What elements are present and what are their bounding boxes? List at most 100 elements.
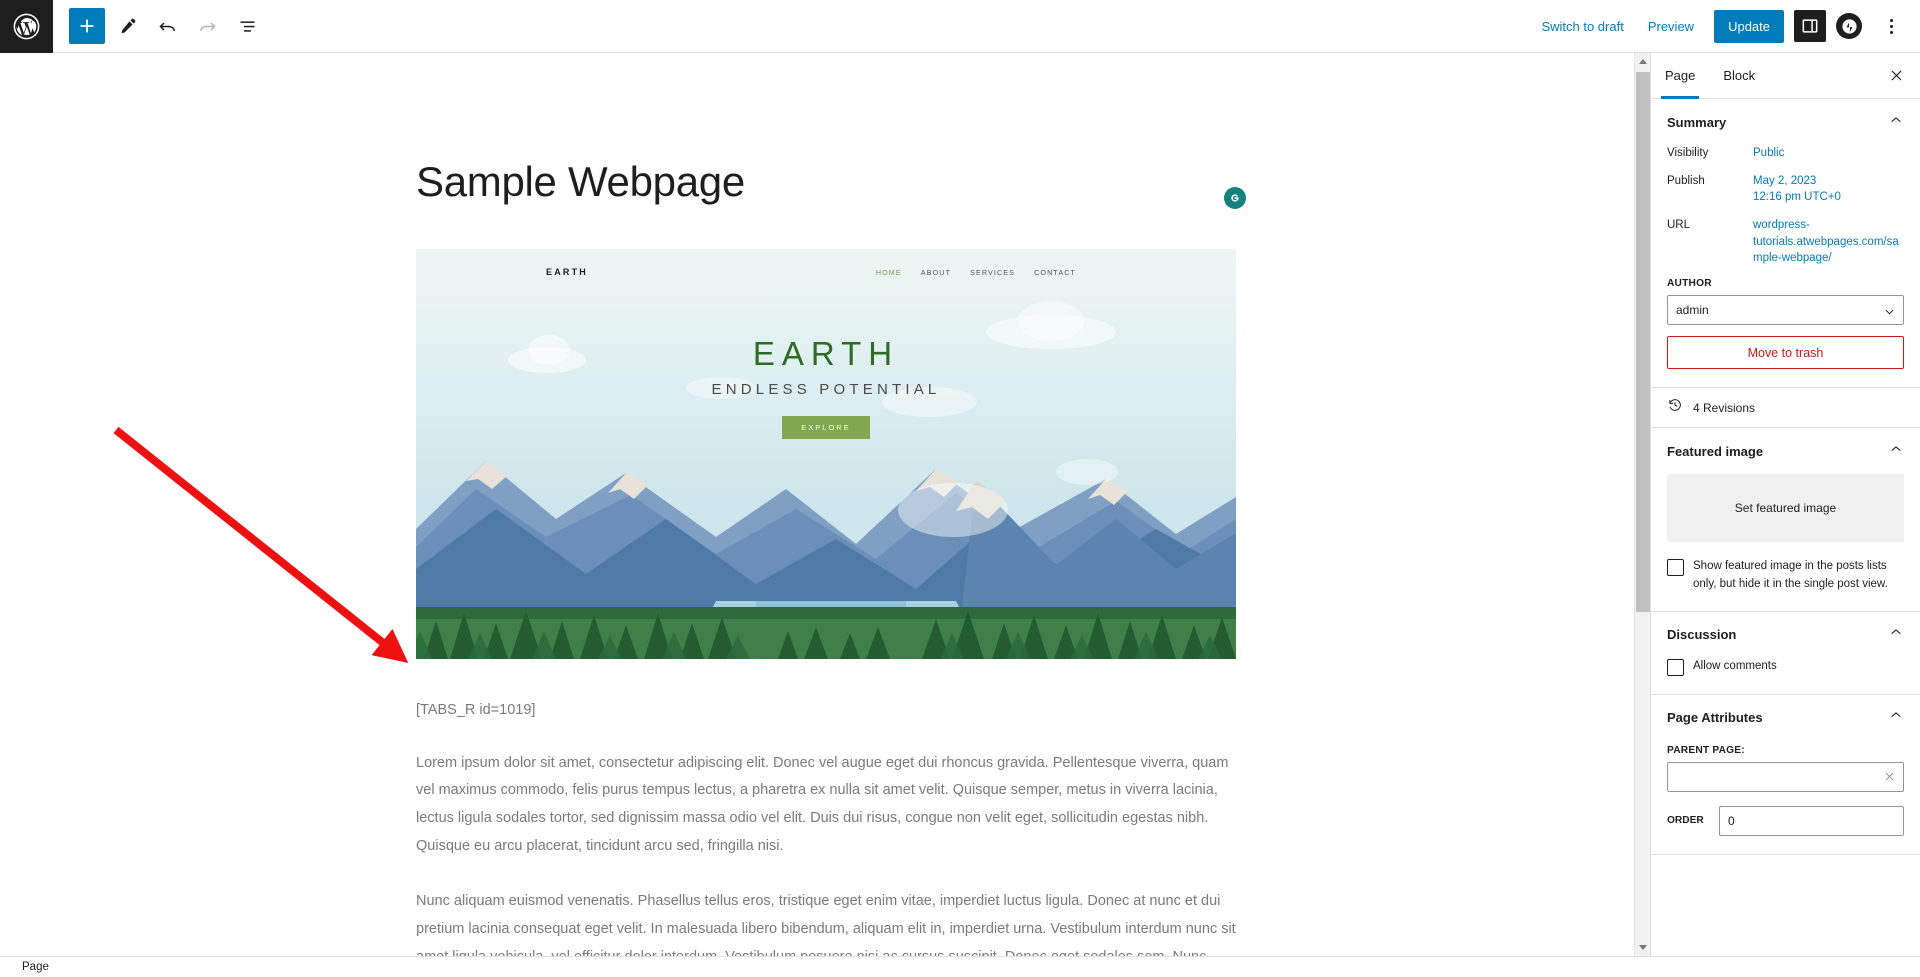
hero-text-group: EARTH ENDLESS POTENTIAL EXPLORE — [416, 335, 1236, 440]
featured-image-body: Set featured image Show featured image i… — [1651, 474, 1920, 611]
wordpress-logo-icon[interactable] — [0, 0, 53, 53]
page-attributes-title: Page Attributes — [1667, 710, 1763, 726]
allow-comments-checkbox[interactable] — [1667, 658, 1684, 676]
hero-subheading: ENDLESS POTENTIAL — [711, 381, 941, 399]
clear-x-icon[interactable] — [1880, 768, 1898, 786]
publish-row: Publish May 2, 2023 12:16 pm UTC+0 — [1667, 173, 1904, 206]
url-value[interactable]: wordpress-tutorials.atwebpages.com/sampl… — [1753, 217, 1904, 267]
editor-status-bar: Page — [0, 956, 1920, 977]
revisions-row[interactable]: 4 Revisions — [1651, 388, 1920, 429]
hero-navigation: EARTH HOME ABOUT SERVICES CONTACT — [416, 249, 1236, 295]
order-row: ORDER — [1667, 805, 1904, 836]
close-icon[interactable] — [1882, 62, 1910, 90]
cover-image-block[interactable]: EARTH HOME ABOUT SERVICES CONTACT EARTH … — [416, 249, 1236, 660]
allow-comments-label: Allow comments — [1693, 659, 1777, 672]
shortcode-block[interactable]: [TABS_R id=1019] — [416, 699, 1236, 722]
editor-top-bar: Switch to draft Preview Update — [0, 0, 1920, 53]
editor-canvas-wrapper: Sample Webpage EARTH HOME ABOUT SERVICES… — [0, 53, 1650, 956]
page-title[interactable]: Sample Webpage — [416, 157, 1236, 207]
scroll-up-arrow-icon[interactable] — [1635, 53, 1650, 70]
paragraph-block[interactable]: Lorem ipsum dolor sit amet, consectetur … — [416, 750, 1236, 861]
chevron-up-icon[interactable] — [1888, 112, 1904, 133]
post-content: Sample Webpage EARTH HOME ABOUT SERVICES… — [416, 53, 1246, 956]
hero-logo[interactable]: EARTH — [546, 267, 588, 277]
grammarly-refresh-icon[interactable] — [1224, 187, 1246, 209]
discussion-body: Allow comments — [1651, 658, 1920, 694]
revisions-clock-icon — [1667, 397, 1683, 418]
hero-explore-button[interactable]: EXPLORE — [782, 416, 870, 440]
featured-image-section-header[interactable]: Featured image — [1651, 428, 1920, 474]
featured-image-section: Featured image Set featured image Show f… — [1651, 428, 1920, 612]
page-attributes-section: Page Attributes PARENT PAGE: ORDER — [1651, 695, 1920, 855]
move-to-trash-button[interactable]: Move to trash — [1667, 336, 1904, 370]
publish-time: 12:16 pm UTC+0 — [1753, 191, 1841, 204]
preview-link[interactable]: Preview — [1636, 11, 1706, 42]
list-view-button[interactable] — [229, 8, 265, 44]
hero-menu-item-services[interactable]: SERVICES — [970, 268, 1015, 277]
publish-value[interactable]: May 2, 2023 12:16 pm UTC+0 — [1753, 173, 1841, 206]
settings-sidebar-toggle-button[interactable] — [1794, 10, 1826, 42]
author-label: AUTHOR — [1667, 278, 1712, 290]
url-row: URL wordpress-tutorials.atwebpages.com/s… — [1667, 217, 1904, 267]
tab-block[interactable]: Block — [1709, 53, 1769, 99]
toolbar-actions: Switch to draft Preview Update — [1529, 8, 1920, 44]
parent-page-input-wrapper — [1667, 761, 1904, 792]
jetpack-logo-icon[interactable] — [1836, 13, 1862, 39]
visibility-label: Visibility — [1667, 147, 1709, 159]
hero-menu-item-about[interactable]: ABOUT — [921, 268, 951, 277]
kebab-menu-icon[interactable] — [1876, 8, 1906, 44]
hero-menu-item-home[interactable]: HOME — [876, 268, 902, 277]
summary-body: Visibility Public Publish May 2, 2023 12… — [1651, 145, 1920, 387]
hero-heading: EARTH — [752, 335, 900, 373]
featured-image-visibility-row: Show featured image in the posts lists o… — [1667, 558, 1904, 593]
summary-section: Summary Visibility Public Publish May 2,… — [1651, 99, 1920, 389]
toolbar-tools — [69, 8, 265, 44]
page-attributes-body: PARENT PAGE: ORDER — [1651, 745, 1920, 854]
edit-pencil-button[interactable] — [109, 8, 145, 44]
show-featured-image-label: Show featured image in the posts lists o… — [1693, 560, 1888, 590]
order-input[interactable] — [1719, 805, 1904, 836]
visibility-row: Visibility Public — [1667, 145, 1904, 162]
parent-page-label: PARENT PAGE: — [1667, 744, 1745, 756]
author-select[interactable]: admin — [1667, 295, 1904, 326]
switch-to-draft-link[interactable]: Switch to draft — [1529, 11, 1635, 42]
cloud-decoration — [898, 483, 1008, 538]
editor-workspace: Sample Webpage EARTH HOME ABOUT SERVICES… — [0, 53, 1920, 956]
publish-date: May 2, 2023 — [1753, 174, 1817, 187]
paragraph-block[interactable]: Nunc aliquam euismod venenatis. Phasellu… — [416, 888, 1236, 956]
visibility-value[interactable]: Public — [1753, 145, 1784, 162]
redo-button[interactable] — [189, 8, 225, 44]
undo-button[interactable] — [149, 8, 185, 44]
discussion-section: Discussion Allow comments — [1651, 612, 1920, 695]
sidebar-tabs: Page Block — [1651, 53, 1920, 99]
settings-sidebar: Page Block Summary Visibility Public Pub… — [1650, 53, 1920, 956]
page-attributes-section-header[interactable]: Page Attributes — [1651, 695, 1920, 741]
editor-canvas[interactable]: Sample Webpage EARTH HOME ABOUT SERVICES… — [0, 53, 1634, 956]
summary-section-header[interactable]: Summary — [1651, 99, 1920, 145]
featured-image-title: Featured image — [1667, 443, 1764, 459]
chevron-up-icon[interactable] — [1888, 441, 1904, 462]
order-label: ORDER — [1667, 815, 1704, 827]
scrollbar-thumb[interactable] — [1636, 72, 1650, 612]
scroll-down-arrow-icon[interactable] — [1635, 939, 1650, 956]
update-button[interactable]: Update — [1714, 9, 1784, 43]
show-featured-image-checkbox[interactable] — [1667, 559, 1684, 577]
add-block-button[interactable] — [69, 8, 105, 44]
canvas-scrollbar[interactable] — [1634, 53, 1650, 956]
publish-label: Publish — [1667, 174, 1705, 187]
author-select-wrapper: admin — [1667, 295, 1904, 326]
hero-menu-item-contact[interactable]: CONTACT — [1034, 268, 1076, 277]
parent-page-input[interactable] — [1667, 761, 1904, 792]
revisions-label: 4 Revisions — [1693, 400, 1756, 415]
status-bar-label: Page — [22, 961, 49, 973]
hero-menu: HOME ABOUT SERVICES CONTACT — [876, 268, 1076, 277]
chevron-up-icon[interactable] — [1888, 624, 1904, 645]
allow-comments-row: Allow comments — [1667, 658, 1904, 676]
summary-title: Summary — [1667, 114, 1727, 130]
discussion-section-header[interactable]: Discussion — [1651, 612, 1920, 658]
set-featured-image-button[interactable]: Set featured image — [1667, 474, 1904, 543]
tab-page[interactable]: Page — [1651, 53, 1709, 99]
url-label: URL — [1667, 219, 1691, 232]
chevron-up-icon[interactable] — [1888, 707, 1904, 728]
discussion-title: Discussion — [1667, 627, 1737, 643]
